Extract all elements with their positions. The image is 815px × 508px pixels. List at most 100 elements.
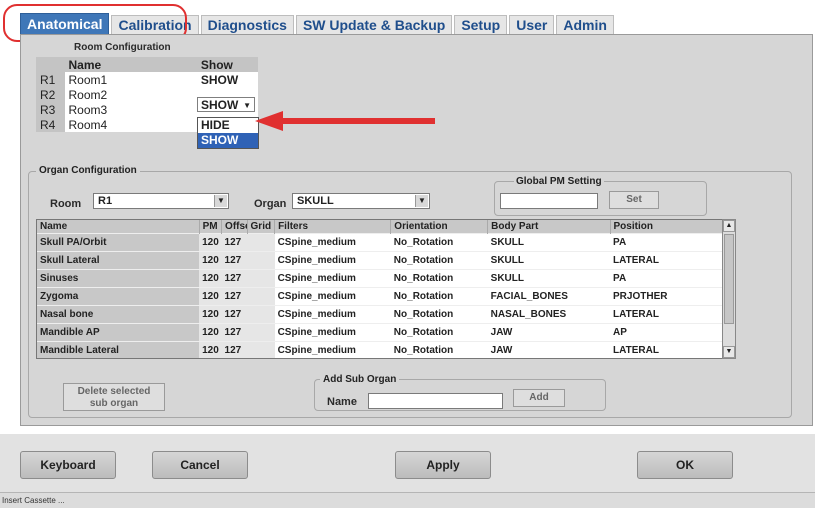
table-row[interactable]: Skull PA/Orbit 120 127 CSpine_medium No_…: [37, 233, 735, 252]
room-id: R2: [36, 87, 65, 102]
column-header-offset[interactable]: Offset: [221, 220, 248, 234]
keyboard-button[interactable]: Keyboard: [20, 451, 116, 479]
cell-name: Sinuses: [37, 269, 200, 288]
table-row[interactable]: Skull Lateral 120 127 CSpine_medium No_R…: [37, 251, 735, 270]
cell-filters: CSpine_medium: [274, 305, 391, 324]
room-show-header: Show: [196, 57, 258, 72]
organ-table-container: Name PM Offset Grid Filters Orientation …: [36, 219, 736, 359]
organ-table: Name PM Offset Grid Filters Orientation …: [37, 220, 735, 358]
room-select[interactable]: R1 ▼: [93, 193, 229, 209]
cell-pm: 120: [199, 269, 222, 288]
cell-filters: CSpine_medium: [274, 251, 391, 270]
add-sub-organ-title: Add Sub Organ: [320, 374, 400, 385]
room-select-value: R1: [98, 195, 113, 207]
delete-sub-organ-button[interactable]: Delete selected sub organ: [63, 383, 165, 411]
cell-offset: 127: [221, 233, 248, 252]
cell-orientation: No_Rotation: [390, 287, 488, 306]
cell-body-part: SKULL: [487, 233, 611, 252]
cell-position: LATERAL: [610, 305, 735, 324]
cell-filters: CSpine_medium: [274, 269, 391, 288]
cell-body-part: NASAL_BONES: [487, 305, 611, 324]
organ-configuration-title: Organ Configuration: [36, 165, 140, 176]
ok-button[interactable]: OK: [637, 451, 733, 479]
organ-table-scrollbar[interactable]: ▲ ▼: [722, 219, 736, 359]
cell-name: Mandible Lateral: [37, 341, 200, 358]
dropdown-option-show[interactable]: SHOW: [198, 133, 258, 148]
organ-label: Organ: [254, 198, 287, 210]
cell-position: PA: [610, 269, 735, 288]
cell-orientation: No_Rotation: [390, 269, 488, 288]
room-configuration-title: Room Configuration: [74, 42, 171, 53]
room-name[interactable]: Room3: [64, 102, 197, 117]
cell-offset: 127: [221, 251, 248, 270]
room-id: R1: [36, 72, 65, 87]
tab-diagnostics[interactable]: Diagnostics: [200, 15, 294, 34]
organ-select[interactable]: SKULL ▼: [292, 193, 430, 209]
dropdown-option-hide[interactable]: HIDE: [198, 118, 258, 133]
table-row[interactable]: Nasal bone 120 127 CSpine_medium No_Rota…: [37, 305, 735, 324]
cancel-button[interactable]: Cancel: [152, 451, 248, 479]
cell-pm: 120: [199, 287, 222, 306]
table-header: Name PM Offset Grid Filters Orientation …: [37, 220, 735, 234]
table-row[interactable]: R1 Room1 SHOW: [36, 72, 258, 87]
cell-pm: 120: [199, 233, 222, 252]
room-name-header: Name: [64, 57, 197, 72]
chevron-down-icon: ▼: [214, 195, 227, 207]
cell-grid: [247, 269, 275, 288]
global-pm-title: Global PM Setting: [514, 176, 604, 187]
show-dropdown[interactable]: SHOW ▼: [197, 97, 255, 112]
cell-grid: [247, 251, 275, 270]
scroll-thumb[interactable]: [724, 234, 734, 324]
global-pm-input[interactable]: [500, 193, 598, 209]
column-header-position[interactable]: Position: [610, 220, 735, 234]
cell-position: LATERAL: [610, 251, 735, 270]
column-header-body-part[interactable]: Body Part: [487, 220, 611, 234]
table-row[interactable]: Sinuses 120 127 CSpine_medium No_Rotatio…: [37, 269, 735, 288]
cell-offset: 127: [221, 305, 248, 324]
cell-position: PRJOTHER: [610, 287, 735, 306]
tab-sw-update-backup[interactable]: SW Update & Backup: [295, 15, 453, 34]
tab-user[interactable]: User: [509, 15, 555, 34]
show-dropdown-list: HIDE SHOW: [197, 117, 259, 149]
cell-position: PA: [610, 233, 735, 252]
room-name[interactable]: Room2: [64, 87, 197, 102]
cell-name: Zygoma: [37, 287, 200, 306]
cell-name: Skull Lateral: [37, 251, 200, 270]
cell-body-part: SKULL: [487, 251, 611, 270]
cell-orientation: No_Rotation: [390, 251, 488, 270]
table-row[interactable]: Mandible AP 120 127 CSpine_medium No_Rot…: [37, 323, 735, 342]
apply-button[interactable]: Apply: [395, 451, 491, 479]
column-header-grid[interactable]: Grid: [247, 220, 276, 234]
cell-orientation: No_Rotation: [390, 305, 488, 324]
room-id-header: [36, 57, 65, 72]
cell-offset: 127: [221, 323, 248, 342]
cell-grid: [247, 233, 275, 252]
cell-pm: 120: [199, 323, 222, 342]
room-id: R3: [36, 102, 65, 117]
status-bar: Insert Cassette ...: [0, 492, 815, 508]
room-show[interactable]: SHOW: [196, 72, 258, 87]
column-header-name[interactable]: Name: [37, 220, 200, 234]
column-header-filters[interactable]: Filters: [274, 220, 392, 234]
table-row[interactable]: Mandible Lateral 120 127 CSpine_medium N…: [37, 341, 735, 358]
column-header-pm[interactable]: PM: [199, 220, 223, 234]
cell-position: LATERAL: [610, 341, 735, 358]
cell-orientation: No_Rotation: [390, 341, 488, 358]
sub-organ-name-input[interactable]: [368, 393, 503, 409]
column-header-orientation[interactable]: Orientation: [390, 220, 489, 234]
cell-offset: 127: [221, 341, 248, 358]
scroll-down-icon[interactable]: ▼: [723, 346, 735, 358]
room-name[interactable]: Room4: [64, 117, 197, 132]
tab-admin[interactable]: Admin: [556, 15, 614, 34]
add-button[interactable]: Add: [513, 389, 565, 407]
sub-organ-name-label: Name: [327, 396, 357, 408]
cell-name: Skull PA/Orbit: [37, 233, 200, 252]
cell-grid: [247, 341, 275, 358]
room-name[interactable]: Room1: [64, 72, 197, 87]
tab-setup[interactable]: Setup: [454, 15, 508, 34]
scroll-up-icon[interactable]: ▲: [723, 220, 735, 232]
table-row[interactable]: Zygoma 120 127 CSpine_medium No_Rotation…: [37, 287, 735, 306]
table-header: Name Show: [36, 57, 258, 72]
set-button[interactable]: Set: [609, 191, 659, 209]
cell-body-part: JAW: [487, 323, 611, 342]
